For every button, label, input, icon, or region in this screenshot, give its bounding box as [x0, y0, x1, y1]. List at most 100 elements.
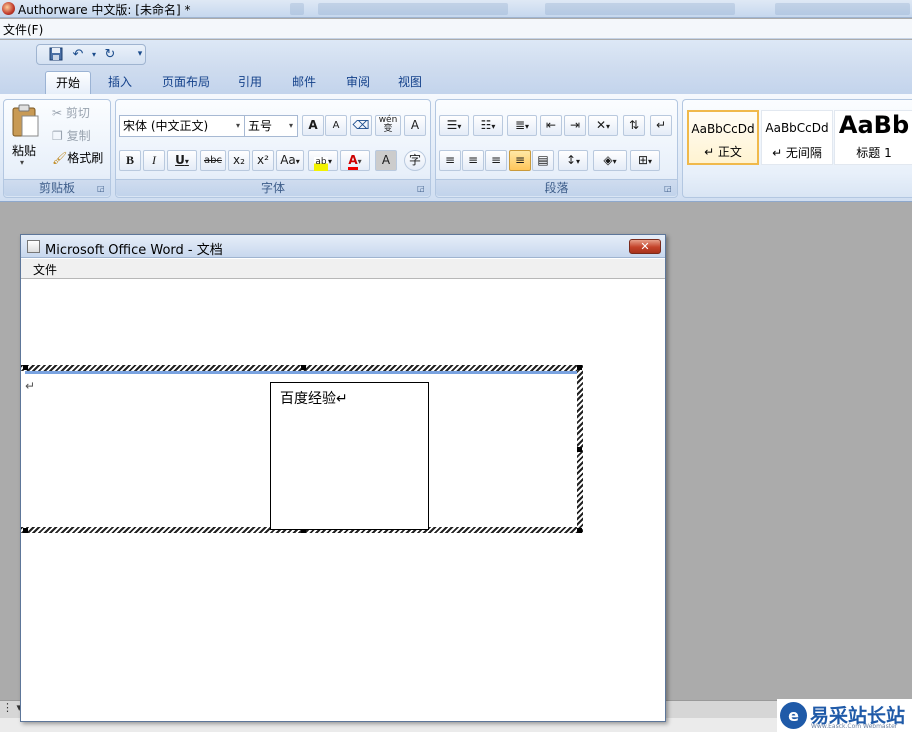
- close-button[interactable]: ✕: [629, 239, 661, 254]
- word-object-window: Microsoft Office Word - 文档 ✕ 文件 ↵ 百度经验↵: [20, 234, 666, 722]
- text-cursor-icon: ↵: [25, 379, 36, 393]
- align-left-icon[interactable]: ≡: [439, 150, 461, 171]
- bold-button[interactable]: B: [119, 150, 141, 171]
- text-box[interactable]: 百度经验↵: [270, 382, 429, 530]
- phonetic-guide-button[interactable]: wén 变: [375, 115, 401, 136]
- borders-button[interactable]: ⊞▾: [630, 150, 660, 171]
- align-center-icon[interactable]: ≡: [462, 150, 484, 171]
- ribbon-tabs: 开始 插入 页面布局 引用 邮件 审阅 视图: [0, 68, 912, 94]
- show-marks-icon[interactable]: ↵: [650, 115, 672, 136]
- tab-references[interactable]: 引用: [230, 71, 270, 94]
- style-normal[interactable]: AaBbCcDd ↵ 正文: [687, 110, 759, 165]
- resize-handle[interactable]: [23, 528, 28, 533]
- resize-handle[interactable]: [577, 365, 582, 370]
- save-icon[interactable]: [48, 47, 64, 62]
- underline-button[interactable]: U▾: [167, 150, 197, 171]
- font-size-select[interactable]: 五号 ▾: [244, 115, 298, 137]
- asian-layout-button[interactable]: ✕▾: [588, 115, 618, 136]
- grow-font-button[interactable]: A: [302, 115, 324, 136]
- resize-handle[interactable]: [23, 365, 28, 370]
- char-shading-button[interactable]: A: [375, 150, 397, 171]
- distribute-icon[interactable]: ▤: [532, 150, 554, 171]
- multilevel-list-button[interactable]: ≣▾: [507, 115, 537, 136]
- change-case-button[interactable]: Aa▾: [276, 150, 304, 171]
- subscript-button[interactable]: x₂: [228, 150, 250, 171]
- watermark-logo-icon: e: [780, 702, 807, 729]
- text-box-content: 百度经验↵: [280, 391, 348, 407]
- paragraph-launcher-icon[interactable]: ◲: [664, 184, 674, 194]
- word-menu-file[interactable]: 文件: [33, 261, 57, 278]
- increase-indent-icon[interactable]: ⇥: [564, 115, 586, 136]
- tab-mailings[interactable]: 邮件: [284, 71, 324, 94]
- resize-handle[interactable]: [301, 365, 306, 370]
- font-color-button[interactable]: A▾: [340, 150, 370, 171]
- taskbar-ghost-item: [545, 3, 735, 15]
- styles-group: AaBbCcDd ↵ 正文 AaBbCcDd ↵ 无间隔 AaBb 标题 1: [682, 99, 912, 198]
- style-no-spacing[interactable]: AaBbCcDd ↵ 无间隔: [761, 110, 833, 165]
- watermark-subtext: Www.Easck.Com Webmaster: [811, 723, 898, 730]
- cut-button[interactable]: ✂ 剪切: [52, 104, 90, 122]
- justify-icon[interactable]: ≡: [509, 150, 531, 171]
- line-spacing-button[interactable]: ↕▾: [558, 150, 588, 171]
- font-launcher-icon[interactable]: ◲: [417, 184, 427, 194]
- app-title: Authorware 中文版: [未命名] *: [18, 3, 191, 17]
- undo-dropdown-icon[interactable]: ▾: [86, 47, 102, 62]
- app-menu-bar: 文件(F): [0, 19, 912, 39]
- superscript-button[interactable]: x²: [252, 150, 274, 171]
- font-group-label: 字体: [116, 179, 430, 196]
- font-group: 宋体 (中文正文) ▾ 五号 ▾ A A ⌫ wén 变 A B I U▾ abc…: [115, 99, 431, 198]
- bullets-button[interactable]: ☰▾: [439, 115, 469, 136]
- redo-icon[interactable]: ↻: [102, 47, 118, 62]
- paste-dropdown-icon[interactable]: ▾: [20, 158, 24, 167]
- tab-home[interactable]: 开始: [45, 71, 91, 94]
- sort-icon[interactable]: ⇅: [623, 115, 645, 136]
- strikethrough-button[interactable]: abc: [200, 150, 226, 171]
- paste-button[interactable]: 粘贴: [12, 142, 36, 159]
- embedded-ole-object[interactable]: ↵ 百度经验↵: [21, 365, 583, 533]
- resize-handle[interactable]: [577, 447, 582, 452]
- taskbar-ghost-icon: [290, 3, 304, 15]
- paragraph-group-label: 段落: [436, 179, 677, 196]
- bullets-icon: ☰: [446, 118, 458, 132]
- quick-access-toolbar: ↶ ▾ ↻ ▾: [0, 40, 912, 68]
- align-right-icon[interactable]: ≡: [485, 150, 507, 171]
- line-spacing-icon: ↕: [565, 153, 577, 167]
- taskbar-ghost-item: [318, 3, 508, 15]
- word-window-title: Microsoft Office Word - 文档: [45, 243, 223, 258]
- paint-bucket-icon: ◈: [603, 153, 613, 167]
- enclose-char-button[interactable]: 字: [404, 150, 426, 171]
- font-family-select[interactable]: 宋体 (中文正文) ▾: [119, 115, 245, 137]
- app-title-bar: Authorware 中文版: [未命名] *: [0, 0, 912, 18]
- clipboard-launcher-icon[interactable]: ◲: [97, 184, 107, 194]
- style-heading-1[interactable]: AaBb 标题 1: [834, 110, 912, 165]
- resize-handle[interactable]: [577, 528, 582, 533]
- clear-format-icon[interactable]: ⌫: [350, 115, 372, 136]
- decrease-indent-icon[interactable]: ⇤: [540, 115, 562, 136]
- borders-icon: ⊞: [637, 153, 649, 167]
- shading-button[interactable]: ◈▾: [593, 150, 627, 171]
- word-menu-bar: 文件: [21, 259, 665, 279]
- font-color-dropdown-icon: ▾: [357, 157, 362, 166]
- taskbar-ghost-item: [775, 3, 910, 15]
- tab-page-layout[interactable]: 页面布局: [155, 71, 217, 94]
- clipboard-group: 粘贴 ▾ ✂ 剪切 ❐ 复制 🖌格式刷 剪贴板 ◲: [3, 99, 111, 198]
- customize-qat-icon[interactable]: ▾: [132, 47, 148, 62]
- asian-layout-icon: ✕: [595, 118, 607, 132]
- tab-insert[interactable]: 插入: [100, 71, 140, 94]
- char-border-button[interactable]: A: [404, 115, 426, 136]
- paragraph-group: ☰▾ ☷▾ ≣▾ ⇤ ⇥ ✕▾ ⇅ ↵ ≡ ≡ ≡ ≡ ▤ ↕▾ ◈▾ ⊞▾ 段…: [435, 99, 678, 198]
- paste-icon[interactable]: [10, 104, 40, 141]
- menu-file[interactable]: 文件(F): [3, 21, 43, 38]
- close-icon: ✕: [640, 240, 650, 253]
- tab-view[interactable]: 视图: [390, 71, 430, 94]
- undo-icon[interactable]: ↶: [70, 47, 86, 62]
- watermark: e 易采站长站 Www.Easck.Com Webmaster: [777, 699, 912, 732]
- copy-button[interactable]: ❐ 复制: [52, 127, 91, 145]
- numbering-button[interactable]: ☷▾: [473, 115, 503, 136]
- italic-button[interactable]: I: [143, 150, 165, 171]
- format-painter-button[interactable]: 🖌格式刷: [52, 149, 103, 167]
- tab-review[interactable]: 审阅: [338, 71, 378, 94]
- copy-icon: ❐: [52, 129, 67, 143]
- shrink-font-button[interactable]: A: [325, 115, 347, 136]
- highlight-button[interactable]: ab▾: [308, 150, 338, 171]
